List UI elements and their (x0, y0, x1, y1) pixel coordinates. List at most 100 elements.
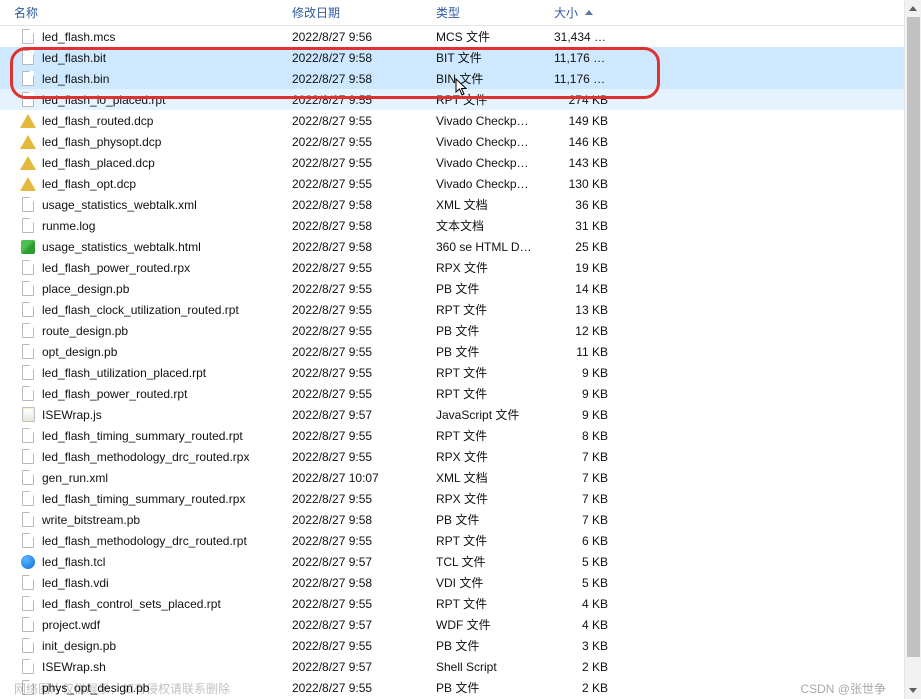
file-row[interactable]: led_flash_routed.dcp2022/8/27 9:55Vivado… (0, 110, 904, 131)
file-name-label: led_flash_clock_utilization_routed.rpt (42, 303, 239, 317)
file-name-cell[interactable]: gen_run.xml (0, 470, 278, 486)
scroll-track[interactable] (905, 17, 921, 682)
file-row[interactable]: write_bitstream.pb2022/8/27 9:58PB 文件7 K… (0, 509, 904, 530)
file-name-cell[interactable]: led_flash.tcl (0, 554, 278, 570)
file-date-cell: 2022/8/27 9:55 (278, 303, 422, 317)
file-row[interactable]: phys_opt_design.pb2022/8/27 9:55PB 文件2 K… (0, 677, 904, 698)
vertical-scrollbar[interactable] (904, 0, 921, 699)
file-size-cell: 11,176 KB (540, 72, 622, 86)
file-row[interactable]: led_flash.tcl2022/8/27 9:57TCL 文件5 KB (0, 551, 904, 572)
file-name-cell[interactable]: led_flash_placed.dcp (0, 155, 278, 171)
file-row[interactable]: route_design.pb2022/8/27 9:55PB 文件12 KB (0, 320, 904, 341)
file-row[interactable]: led_flash_placed.dcp2022/8/27 9:55Vivado… (0, 152, 904, 173)
file-row[interactable]: runme.log2022/8/27 9:58文本文档31 KB (0, 215, 904, 236)
file-list-view[interactable]: 名称 修改日期 类型 大小 led_flash.mcs2022/8/27 9:5… (0, 0, 904, 699)
file-row[interactable]: led_flash_methodology_drc_routed.rpx2022… (0, 446, 904, 467)
file-name-cell[interactable]: init_design.pb (0, 638, 278, 654)
file-row[interactable]: led_flash_clock_utilization_routed.rpt 20… (0, 299, 904, 320)
file-name-cell[interactable]: place_design.pb (0, 281, 278, 297)
generic-file-icon (20, 218, 36, 234)
file-name-cell[interactable]: phys_opt_design.pb (0, 680, 278, 696)
file-name-cell[interactable]: led_flash_io_placed.rpt (0, 92, 278, 108)
file-name-cell[interactable]: led_flash_methodology_drc_routed.rpx (0, 449, 278, 465)
file-row[interactable]: led_flash_opt.dcp2022/8/27 9:55Vivado Ch… (0, 173, 904, 194)
file-rows: led_flash.mcs2022/8/27 9:56MCS 文件31,434 … (0, 26, 904, 698)
header-size[interactable]: 大小 (540, 0, 622, 25)
header-type[interactable]: 类型 (422, 0, 540, 25)
file-row[interactable]: opt_design.pb2022/8/27 9:55PB 文件11 KB (0, 341, 904, 362)
file-name-cell[interactable]: opt_design.pb (0, 344, 278, 360)
file-name-cell[interactable]: led_flash_physopt.dcp (0, 134, 278, 150)
file-name-cell[interactable]: led_flash.bin (0, 71, 278, 87)
file-date-cell: 2022/8/27 9:55 (278, 639, 422, 653)
file-row[interactable]: led_flash_control_sets_placed.rpt2022/8/… (0, 593, 904, 614)
file-name-cell[interactable]: led_flash_power_routed.rpt (0, 386, 278, 402)
file-row[interactable]: led_flash.mcs2022/8/27 9:56MCS 文件31,434 … (0, 26, 904, 47)
file-date-cell: 2022/8/27 9:57 (278, 408, 422, 422)
file-size-cell: 31 KB (540, 219, 622, 233)
file-row[interactable]: led_flash_utilization_placed.rpt2022/8/2… (0, 362, 904, 383)
file-row[interactable]: led_flash.bit2022/8/27 9:58BIT 文件11,176 … (0, 47, 904, 68)
file-type-cell: RPT 文件 (422, 301, 540, 318)
file-name-cell[interactable]: led_flash_timing_summary_routed.rpt (0, 428, 278, 444)
file-row[interactable]: led_flash.vdi2022/8/27 9:58VDI 文件5 KB (0, 572, 904, 593)
file-row[interactable]: gen_run.xml2022/8/27 10:07XML 文档7 KB (0, 467, 904, 488)
file-row[interactable]: project.wdf2022/8/27 9:57WDF 文件4 KB (0, 614, 904, 635)
file-name-cell[interactable]: led_flash_control_sets_placed.rpt (0, 596, 278, 612)
file-row[interactable]: init_design.pb2022/8/27 9:55PB 文件3 KB (0, 635, 904, 656)
file-name-cell[interactable]: led_flash.vdi (0, 575, 278, 591)
file-row[interactable]: led_flash_timing_summary_routed.rpt2022/… (0, 425, 904, 446)
file-row[interactable]: ISEWrap.js2022/8/27 9:57JavaScript 文件9 K… (0, 404, 904, 425)
file-name-cell[interactable]: led_flash_methodology_drc_routed.rpt (0, 533, 278, 549)
file-name-cell[interactable]: led_flash.mcs (0, 29, 278, 45)
file-date-cell: 2022/8/27 10:07 (278, 471, 422, 485)
scroll-thumb[interactable] (907, 17, 920, 657)
file-name-cell[interactable]: project.wdf (0, 617, 278, 633)
file-name-label: ISEWrap.sh (42, 660, 106, 674)
file-name-cell[interactable]: route_design.pb (0, 323, 278, 339)
column-header-row: 名称 修改日期 类型 大小 (0, 0, 904, 26)
file-row[interactable]: usage_statistics_webtalk.xml2022/8/27 9:… (0, 194, 904, 215)
file-row[interactable]: led_flash_methodology_drc_routed.rpt2022… (0, 530, 904, 551)
file-type-cell: TCL 文件 (422, 553, 540, 570)
file-row[interactable]: place_design.pb2022/8/27 9:55PB 文件14 KB (0, 278, 904, 299)
header-date[interactable]: 修改日期 (278, 0, 422, 25)
header-name[interactable]: 名称 (0, 0, 278, 25)
file-row[interactable]: led_flash_power_routed.rpt2022/8/27 9:55… (0, 383, 904, 404)
file-type-cell: XML 文档 (422, 196, 540, 213)
file-row[interactable]: led_flash_io_placed.rpt2022/8/27 9:55RPT… (0, 89, 904, 110)
file-size-cell: 130 KB (540, 177, 622, 191)
file-row[interactable]: usage_statistics_webtalk.html2022/8/27 9… (0, 236, 904, 257)
file-name-cell[interactable]: usage_statistics_webtalk.html (0, 239, 278, 255)
file-name-cell[interactable]: led_flash.bit (0, 50, 278, 66)
file-name-cell[interactable]: led_flash_opt.dcp (0, 176, 278, 192)
file-size-cell: 143 KB (540, 156, 622, 170)
file-name-cell[interactable]: ISEWrap.js (0, 407, 278, 423)
file-type-cell: 文本文档 (422, 217, 540, 234)
file-row[interactable]: led_flash_timing_summary_routed.rpx2022/… (0, 488, 904, 509)
file-name-cell[interactable]: runme.log (0, 218, 278, 234)
file-name-cell[interactable]: led_flash_timing_summary_routed.rpx (0, 491, 278, 507)
vivado-checkpoint-icon (20, 155, 36, 171)
file-type-cell: XML 文档 (422, 469, 540, 486)
file-name-label: led_flash.tcl (42, 555, 105, 569)
file-date-cell: 2022/8/27 9:55 (278, 93, 422, 107)
file-name-cell[interactable]: led_flash_utilization_placed.rpt (0, 365, 278, 381)
file-name-cell[interactable]: led_flash_power_routed.rpx (0, 260, 278, 276)
scroll-down-button[interactable] (905, 682, 921, 699)
file-name-cell[interactable]: ISEWrap.sh (0, 659, 278, 675)
file-name-cell[interactable]: write_bitstream.pb (0, 512, 278, 528)
file-name-cell[interactable]: led_flash_clock_utilization_routed.rpt (0, 302, 278, 318)
file-name-cell[interactable]: led_flash_routed.dcp (0, 113, 278, 129)
file-name-cell[interactable]: usage_statistics_webtalk.xml (0, 197, 278, 213)
file-row[interactable]: led_flash.bin2022/8/27 9:58BIN 文件11,176 … (0, 68, 904, 89)
header-name-label: 名称 (14, 4, 38, 21)
file-size-cell: 5 KB (540, 555, 622, 569)
file-row[interactable]: led_flash_power_routed.rpx2022/8/27 9:55… (0, 257, 904, 278)
scroll-up-button[interactable] (905, 0, 921, 17)
file-date-cell: 2022/8/27 9:57 (278, 618, 422, 632)
file-row[interactable]: led_flash_physopt.dcp2022/8/27 9:55Vivad… (0, 131, 904, 152)
file-row[interactable]: ISEWrap.sh2022/8/27 9:57Shell Script2 KB (0, 656, 904, 677)
file-name-label: led_flash.mcs (42, 30, 115, 44)
file-name-label: opt_design.pb (42, 345, 117, 359)
